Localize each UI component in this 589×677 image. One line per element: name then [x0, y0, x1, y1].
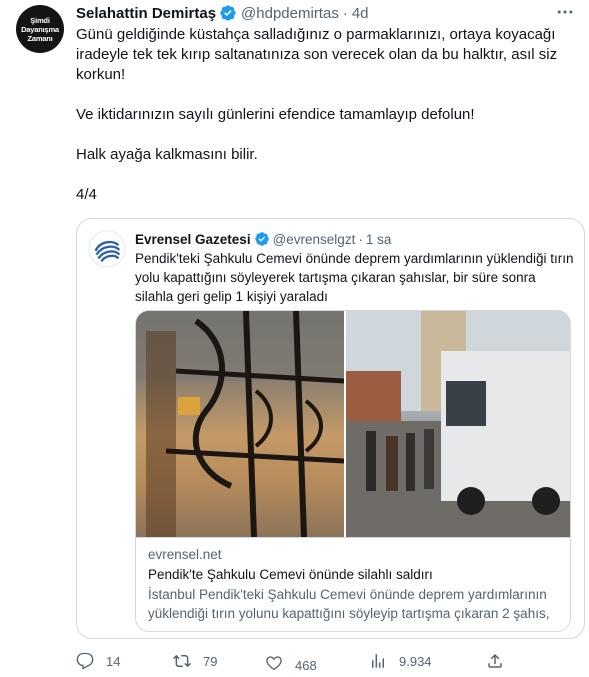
- like-button[interactable]: 468: [265, 652, 317, 673]
- verified-badge-icon[interactable]: [219, 4, 237, 22]
- link-card-title: Pendik'te Şahkulu Cemevi önünde silahlı …: [148, 567, 433, 582]
- author-avatar[interactable]: Şimdi Dayanışma Zamanı: [16, 5, 64, 53]
- quoted-author-name[interactable]: Evrensel Gazetesi: [135, 232, 251, 247]
- retweet-count: 79: [203, 653, 218, 669]
- analytics-icon: [372, 654, 384, 668]
- tweet-time[interactable]: 4d: [352, 5, 369, 22]
- quoted-time[interactable]: 1 sa: [366, 232, 392, 247]
- tweet-paragraph: Günü geldiğinde küstahça salladığınız o …: [76, 26, 558, 83]
- author-handle[interactable]: @hdpdemirtas: [241, 5, 339, 22]
- separator-dot: ·: [342, 4, 348, 22]
- link-card[interactable]: evrensel.net Pendik'te Şahkulu Cemevi ön…: [135, 310, 571, 632]
- photo-window-bars: [136, 311, 345, 537]
- avatar-line: Şimdi: [30, 15, 50, 25]
- quoted-author-handle[interactable]: @evrenselgzt: [273, 232, 356, 247]
- quoted-text: Pendik'teki Şahkulu Cemevi önünde deprem…: [135, 251, 574, 304]
- tweet-paragraph: Halk ayağa kalkmasını bilir.: [76, 146, 258, 163]
- retweet-button[interactable]: 79: [173, 652, 217, 670]
- tweet-paragraph: 4/4: [76, 186, 97, 203]
- quoted-header: Evrensel Gazetesi @evrenselgzt · 1 sa: [135, 229, 391, 249]
- photo-street-truck: [346, 311, 570, 537]
- tweet[interactable]: Şimdi Dayanışma Zamanı Selahattin Demirt…: [0, 0, 589, 677]
- link-card-description: İstanbul Pendik'teki Şahkulu Cemevi önün…: [148, 587, 550, 631]
- avatar-line: Zamanı: [27, 33, 53, 43]
- like-count: 468: [295, 658, 317, 673]
- retweet-icon: [173, 654, 191, 668]
- tweet-actions: 14 79 468 9.934: [76, 652, 506, 677]
- views-count: 9.934: [399, 653, 432, 669]
- tweet-text: Günü geldiğinde küstahça salladığınız o …: [76, 25, 576, 205]
- link-card-image[interactable]: [136, 311, 570, 537]
- tweet-paragraph: Ve iktidarınızın sayılı günlerini efendi…: [76, 106, 475, 123]
- quoted-avatar-logo[interactable]: [88, 230, 126, 268]
- verified-badge-icon[interactable]: [254, 231, 270, 247]
- share-icon: [488, 653, 502, 668]
- link-card-info[interactable]: evrensel.net Pendik'te Şahkulu Cemevi ön…: [136, 537, 570, 631]
- author-name[interactable]: Selahattin Demirtaş: [76, 5, 216, 22]
- more-options-icon[interactable]: [555, 2, 575, 22]
- tweet-header: Selahattin Demirtaş @hdpdemirtas · 4d: [76, 3, 369, 23]
- separator-dot: ·: [358, 231, 363, 247]
- quoted-tweet[interactable]: Evrensel Gazetesi @evrenselgzt · 1 sa Pe…: [76, 218, 585, 639]
- street-truck-graphic: [346, 311, 570, 537]
- views-button[interactable]: 9.934: [369, 652, 432, 670]
- reply-icon: [76, 652, 94, 670]
- share-button[interactable]: [486, 652, 504, 670]
- link-card-domain: evrensel.net: [148, 547, 222, 562]
- avatar-line: Dayanışma: [21, 24, 59, 34]
- reply-button[interactable]: 14: [76, 652, 120, 670]
- heart-icon: [266, 655, 282, 670]
- window-grille-graphic: [136, 311, 345, 537]
- reply-count: 14: [106, 653, 121, 669]
